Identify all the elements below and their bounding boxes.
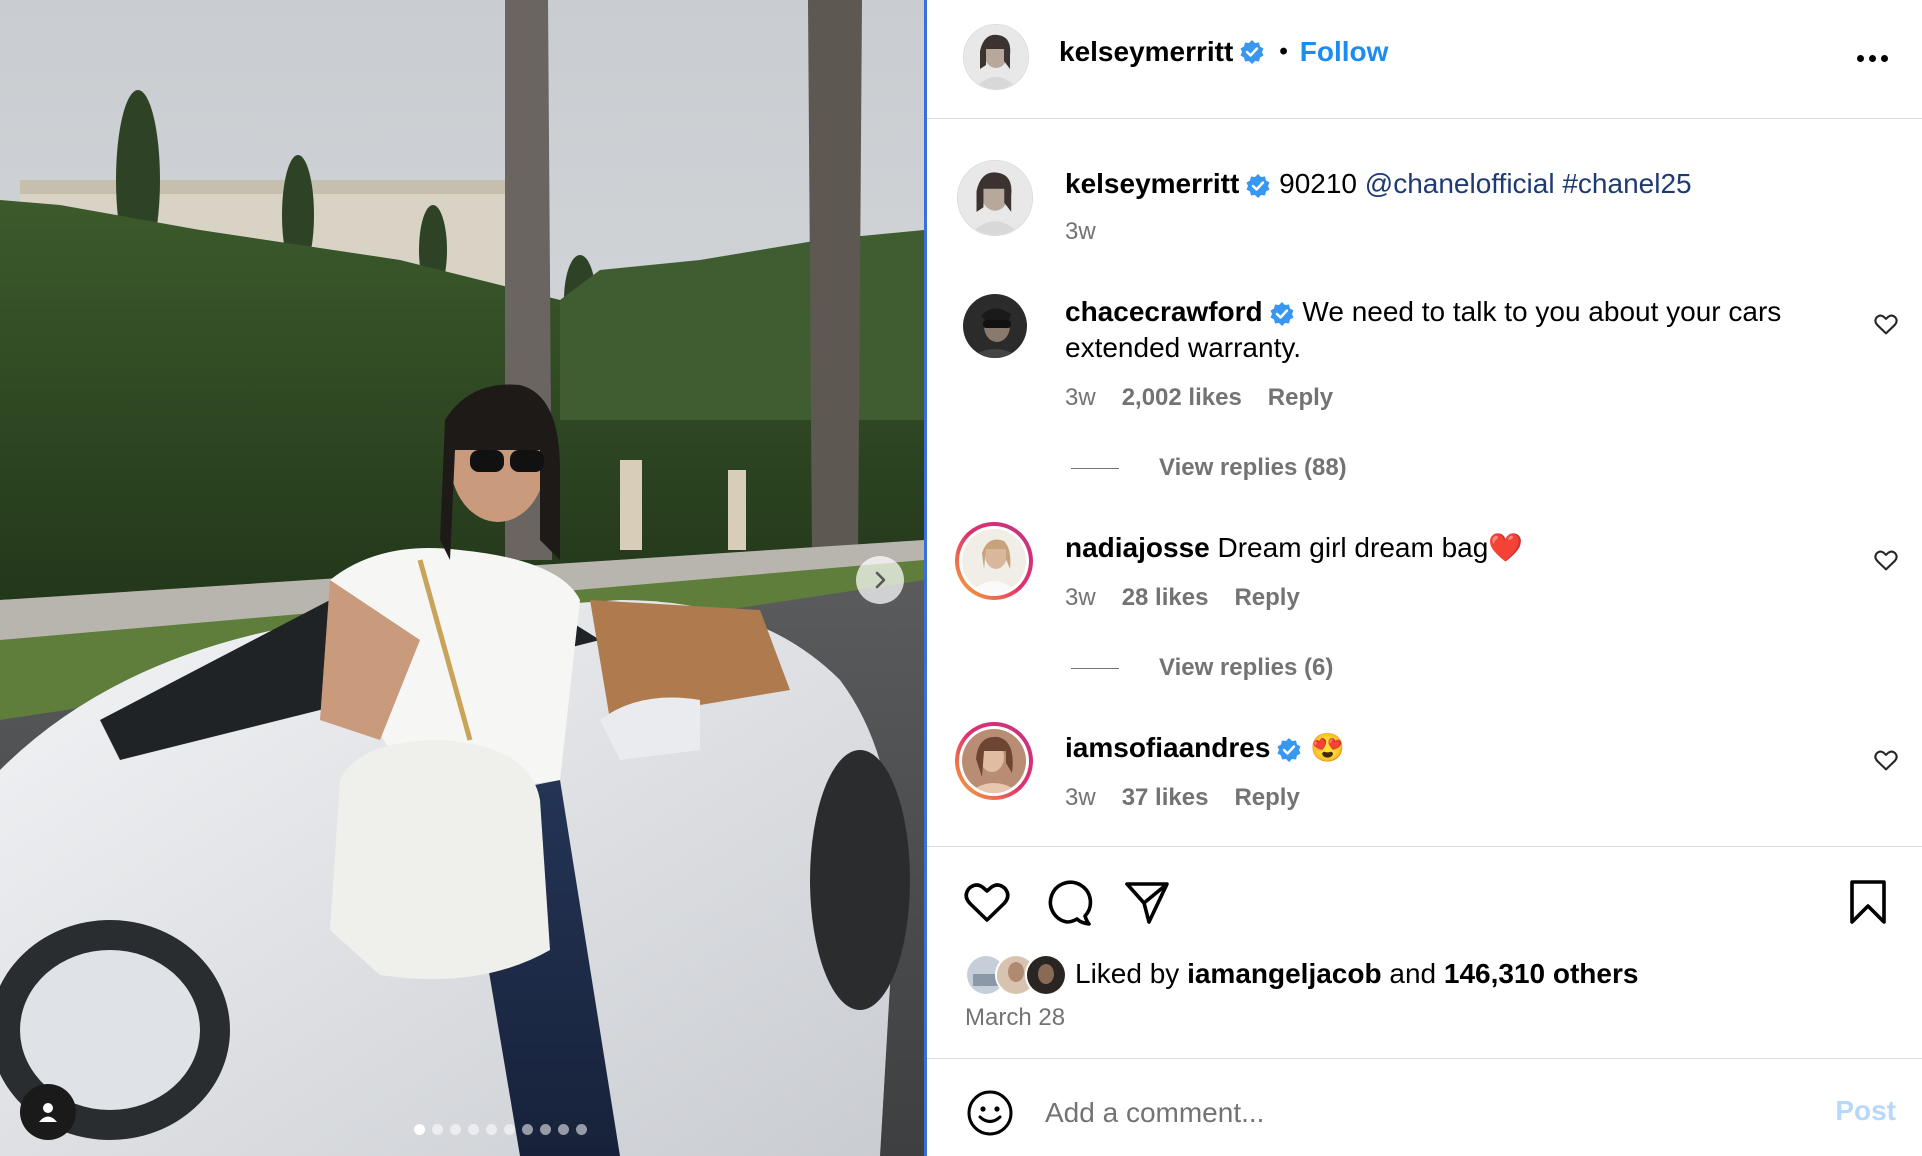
comment-username[interactable]: chacecrawford (1065, 296, 1263, 327)
comment-icon[interactable] (1041, 876, 1093, 928)
caption-body: 90210 (1279, 168, 1357, 199)
comment-reply-button[interactable]: Reply (1234, 784, 1299, 812)
comment-likes-count[interactable]: 2,002 likes (1122, 384, 1242, 412)
comment-avatar-story-ring[interactable] (955, 722, 1033, 800)
carousel-dot (485, 1124, 497, 1135)
next-photo-button[interactable] (856, 556, 904, 604)
comment-like-heart-icon[interactable] (1872, 546, 1900, 574)
bookmark-icon[interactable] (1842, 876, 1894, 928)
caption-hashtag-link[interactable]: #chanel25 (1562, 168, 1691, 199)
comment-time[interactable]: 3w (1065, 384, 1096, 412)
post-date[interactable]: March 28 (965, 1004, 1065, 1032)
comment-meta: 3w 2,002 likes Reply (1065, 384, 1333, 412)
liked-by-summary: Liked by iamangeljacob and 146,310 other… (965, 954, 1639, 996)
paper-plane-icon[interactable] (1121, 876, 1173, 928)
comment-text: iamsofiaandres 😍 (1065, 730, 1825, 766)
divider (927, 1058, 1922, 1059)
chevron-right-icon (875, 571, 886, 589)
more-dot-icon (1880, 54, 1888, 62)
comment-avatar[interactable] (963, 294, 1027, 358)
more-dot-icon (1868, 54, 1876, 62)
view-replies-button[interactable]: View replies (6) (1071, 654, 1333, 682)
follow-button[interactable]: Follow (1300, 36, 1389, 68)
liked-by-user-link[interactable]: iamangeljacob (1187, 958, 1382, 990)
person-icon (39, 1103, 57, 1122)
comment-likes-count[interactable]: 28 likes (1122, 584, 1209, 612)
post-detail-panel: kelseymerritt • Follow kelseymerritt 902… (924, 0, 1922, 1156)
caption-meta: 3w (1065, 218, 1096, 246)
comment-like-heart-icon[interactable] (1872, 746, 1900, 774)
header-separator: • (1279, 38, 1288, 65)
caption-mention-link[interactable]: @chanelofficial (1365, 168, 1555, 199)
likes-count-link[interactable]: 146,310 others (1444, 958, 1639, 990)
carousel-dot (449, 1124, 461, 1135)
verified-badge-icon (1277, 737, 1301, 762)
comment-avatar-story-ring[interactable] (955, 522, 1033, 600)
comment-text: chacecrawford We need to talk to you abo… (1065, 294, 1825, 366)
author-avatar[interactable] (963, 24, 1029, 90)
comment-username[interactable]: nadiajosse (1065, 532, 1210, 563)
post-image (0, 0, 924, 1156)
comment-like-heart-icon[interactable] (1872, 310, 1900, 338)
comment-body: Dream girl dream bag❤️ (1217, 532, 1524, 563)
caption-text: kelseymerritt 90210 @chanelofficial #cha… (1065, 166, 1855, 202)
view-replies-label: View replies (88) (1159, 454, 1347, 481)
verified-badge-icon (1270, 301, 1294, 326)
comment-reply-button[interactable]: Reply (1268, 384, 1333, 412)
verified-badge-icon (1240, 40, 1264, 64)
caption-time[interactable]: 3w (1065, 218, 1096, 246)
comment-username[interactable]: iamsofiaandres (1065, 732, 1270, 763)
comment-meta: 3w 28 likes Reply (1065, 584, 1300, 612)
liked-by-prefix: Liked by (1075, 958, 1180, 989)
replies-divider (1071, 667, 1119, 669)
post-header: kelseymerritt • Follow (927, 0, 1922, 119)
verified-badge-icon (1246, 173, 1270, 198)
carousel-dot (521, 1124, 533, 1135)
carousel-dot (557, 1124, 569, 1135)
divider (927, 846, 1922, 847)
author-username[interactable]: kelseymerritt (1059, 36, 1233, 68)
comment-likes-count[interactable]: 37 likes (1122, 784, 1209, 812)
more-dot-icon (1856, 54, 1864, 62)
carousel-dot (413, 1124, 425, 1135)
view-replies-label: View replies (6) (1159, 654, 1334, 681)
comment-text: nadiajosse Dream girl dream bag❤️ (1065, 530, 1825, 566)
caption-username[interactable]: kelseymerritt (1065, 168, 1239, 199)
more-options-button[interactable] (1852, 40, 1892, 76)
caption-avatar[interactable] (957, 160, 1033, 236)
emoji-icon[interactable] (965, 1088, 1015, 1138)
carousel-indicator (0, 1124, 924, 1135)
heart-icon[interactable] (961, 876, 1013, 928)
liker-avatar (1025, 954, 1067, 996)
carousel-dot (431, 1124, 443, 1135)
replies-divider (1071, 467, 1119, 469)
carousel-dot (575, 1124, 587, 1135)
comment-meta: 3w 37 likes Reply (1065, 784, 1300, 812)
carousel-dot (503, 1124, 515, 1135)
comment-time[interactable]: 3w (1065, 784, 1096, 812)
view-replies-button[interactable]: View replies (88) (1071, 454, 1347, 482)
comment-reply-button[interactable]: Reply (1234, 584, 1299, 612)
liked-by-and: and (1389, 958, 1437, 989)
comment-body: 😍 (1310, 732, 1346, 763)
carousel-dot (539, 1124, 551, 1135)
comment-input[interactable] (1043, 1090, 1747, 1136)
carousel-dot (467, 1124, 479, 1135)
liker-avatars (965, 954, 1069, 996)
comment-time[interactable]: 3w (1065, 584, 1096, 612)
post-comment-button[interactable]: Post (1835, 1095, 1896, 1127)
post-photo[interactable] (0, 0, 924, 1156)
